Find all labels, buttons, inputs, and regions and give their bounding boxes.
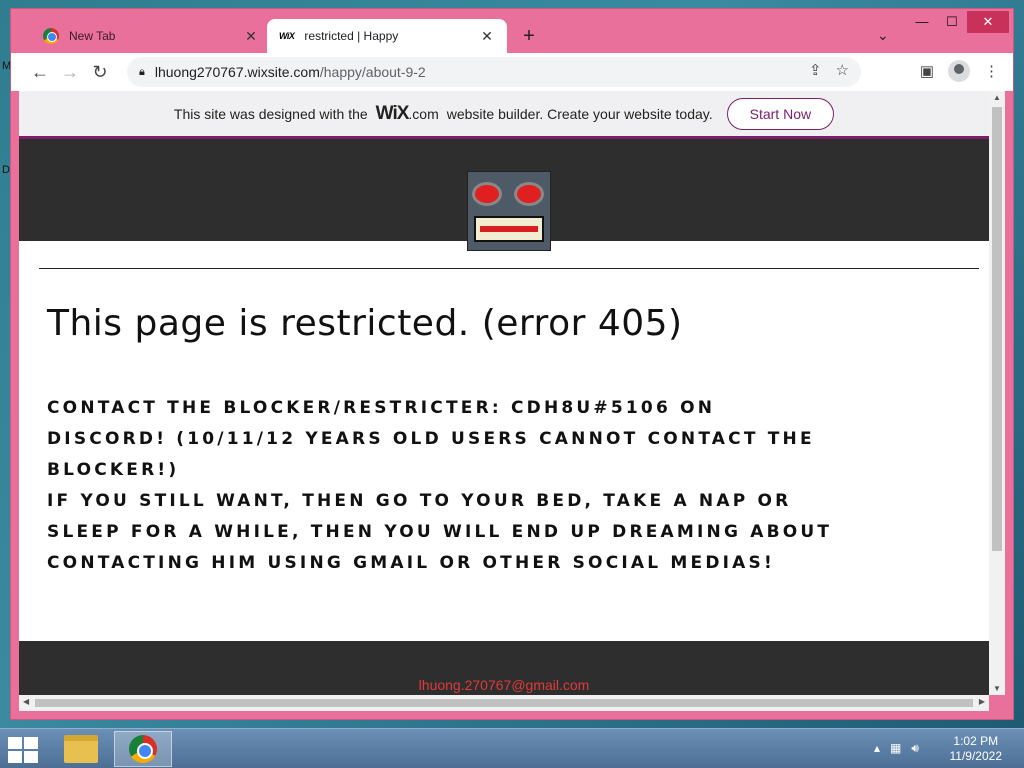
wix-logo[interactable]: WiX xyxy=(376,103,410,124)
network-icon[interactable]: ▦ xyxy=(890,741,901,756)
minimize-button[interactable]: — xyxy=(907,11,937,33)
bookmark-star-icon[interactable]: ☆ xyxy=(836,61,849,79)
url-host: lhuong270767.wixsite.com xyxy=(154,64,320,80)
scroll-right-icon[interactable]: ▶ xyxy=(979,697,985,706)
scroll-up-icon[interactable]: ▲ xyxy=(989,93,1005,102)
system-tray: ▴ ▦ 🔊︎ xyxy=(874,741,919,756)
horizontal-scrollbar[interactable]: ◀ ▶ xyxy=(19,695,989,711)
content-divider xyxy=(39,268,979,269)
browser-window: New Tab ✕ WiX restricted | Happy ✕ + ⌄ —… xyxy=(10,8,1014,720)
restriction-message: Contact the blocker/restricter: CDH8U#51… xyxy=(47,393,837,579)
clock-time: 1:02 PM xyxy=(953,734,999,748)
wix-banner: This site was designed with the WiX.com … xyxy=(19,91,989,139)
volume-icon[interactable]: 🔊︎ xyxy=(911,741,919,756)
clock-date: 11/9/2022 xyxy=(949,749,1003,763)
site-footer: lhuong.270767@gmail.com xyxy=(19,641,989,695)
tab-title: New Tab xyxy=(69,29,116,43)
wix-banner-text-after: website builder. Create your website tod… xyxy=(446,105,713,122)
vertical-scroll-thumb[interactable] xyxy=(992,107,1002,551)
tab-close-icon[interactable]: ✕ xyxy=(243,28,259,45)
desktop-letter-d: D xyxy=(2,164,10,176)
back-arrow-icon[interactable]: ← xyxy=(25,62,55,83)
footer-email-link[interactable]: lhuong.270767@gmail.com xyxy=(19,677,989,693)
menu-kebab-icon[interactable]: ⋮ xyxy=(984,62,999,80)
maximize-button[interactable]: ☐ xyxy=(937,11,967,33)
tab-restricted-happy[interactable]: WiX restricted | Happy ✕ xyxy=(267,19,507,53)
start-now-button[interactable]: Start Now xyxy=(726,97,835,130)
scroll-left-icon[interactable]: ◀ xyxy=(23,697,29,706)
wix-banner-text-before: This site was designed with the xyxy=(173,105,368,122)
profile-avatar-icon[interactable] xyxy=(948,60,970,82)
file-explorer-icon[interactable] xyxy=(64,735,98,763)
browser-toolbar: ← → ↻ 🔒︎ lhuong270767.wixsite.com/happy/… xyxy=(11,53,1013,91)
wix-logo-suffix: .com xyxy=(408,105,439,122)
message-line-contact: Contact the blocker/restricter: CDH8U#51… xyxy=(47,398,815,480)
forward-arrow-icon[interactable]: → xyxy=(55,62,85,83)
share-icon[interactable]: ⇪ xyxy=(809,61,822,79)
site-logo-robot-icon[interactable] xyxy=(467,171,551,251)
vertical-scrollbar[interactable]: ▲ ▼ xyxy=(989,91,1005,695)
chrome-icon xyxy=(43,28,59,44)
windows-start-icon[interactable] xyxy=(8,737,38,763)
taskbar-chrome-button[interactable] xyxy=(114,731,172,767)
reload-icon[interactable]: ↻ xyxy=(85,62,115,83)
message-line-dream: If you still want, then go to your bed, … xyxy=(47,491,833,573)
page-title: This page is restricted. (error 405) xyxy=(47,303,683,344)
scroll-down-icon[interactable]: ▼ xyxy=(989,684,1005,693)
address-bar[interactable]: 🔒︎ lhuong270767.wixsite.com/happy/about-… xyxy=(127,57,861,87)
tab-strip: New Tab ✕ WiX restricted | Happy ✕ + ⌄ —… xyxy=(11,9,1013,53)
tab-close-icon[interactable]: ✕ xyxy=(479,28,495,45)
lock-icon[interactable]: 🔒︎ xyxy=(139,66,145,79)
new-tab-button[interactable]: + xyxy=(517,25,541,48)
side-panel-icon[interactable]: ▣ xyxy=(920,62,934,80)
tab-title: restricted | Happy xyxy=(304,29,399,43)
site-header xyxy=(19,139,989,251)
tab-search-chevron-icon[interactable]: ⌄ xyxy=(877,27,889,44)
page-viewport: This site was designed with the WiX.com … xyxy=(19,91,989,695)
wix-icon: WiX xyxy=(279,31,295,41)
url-path: /happy/about-9-2 xyxy=(319,64,426,80)
tab-new-tab[interactable]: New Tab ✕ xyxy=(31,19,271,53)
clock[interactable]: 1:02 PM 11/9/2022 xyxy=(950,734,1003,764)
chevron-up-icon[interactable]: ▴ xyxy=(874,741,880,756)
taskbar: ▴ ▦ 🔊︎ 1:02 PM 11/9/2022 xyxy=(0,728,1024,768)
chrome-icon xyxy=(129,735,157,763)
close-window-button[interactable]: ✕ xyxy=(967,11,1009,33)
horizontal-scroll-thumb[interactable] xyxy=(35,699,973,707)
